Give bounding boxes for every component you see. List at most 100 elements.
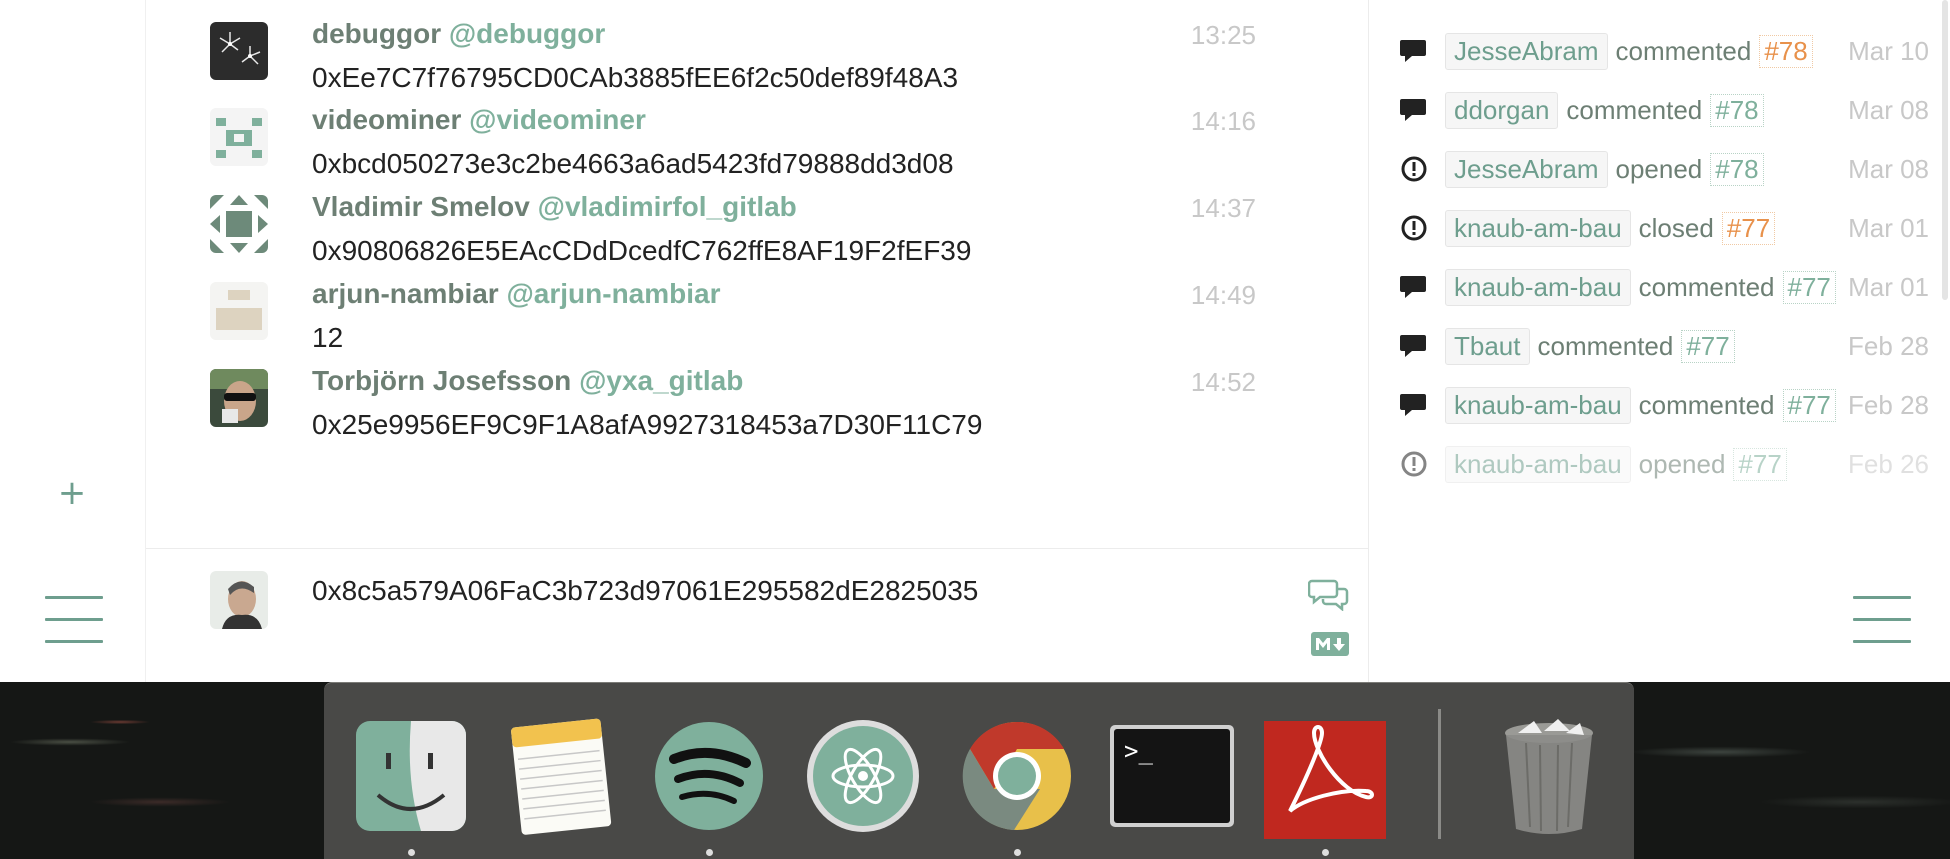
activity-item: ddorgan commented #78 Mar 08 xyxy=(1369,87,1929,143)
author-name[interactable]: videominer xyxy=(312,104,461,135)
terminal-prompt: >_ xyxy=(1124,737,1153,765)
author-handle[interactable]: @debuggor xyxy=(449,18,605,49)
author-name[interactable]: arjun-nambiar xyxy=(312,278,499,309)
chrome-icon[interactable] xyxy=(952,711,1082,841)
author-name[interactable]: Torbjörn Josefsson xyxy=(312,365,571,396)
activity-user[interactable]: knaub-am-bau xyxy=(1445,386,1631,424)
activity-user[interactable]: knaub-am-bau xyxy=(1445,268,1631,306)
activity-verb: commented xyxy=(1537,330,1674,361)
activity-scrollbar[interactable] xyxy=(1942,0,1948,300)
activity-date: Feb 26 xyxy=(1848,449,1929,479)
terminal-icon[interactable]: >_ xyxy=(1106,711,1236,841)
activity-verb: commented xyxy=(1566,94,1703,125)
comment-icon xyxy=(1399,95,1429,125)
activity-verb: opened xyxy=(1615,153,1703,184)
activity-fade xyxy=(1369,520,1950,580)
comment-icon xyxy=(1399,331,1429,361)
activity-verb: closed xyxy=(1638,212,1714,243)
activity-date: Feb 28 xyxy=(1848,331,1929,361)
activity-issue-link[interactable]: #78 xyxy=(1710,152,1764,186)
activity-user[interactable]: ddorgan xyxy=(1445,91,1559,129)
activity-verb: opened xyxy=(1638,448,1726,479)
dock: >_ xyxy=(324,682,1634,859)
activity-date: Mar 10 xyxy=(1848,36,1929,66)
activity-item: JesseAbram commented #78 Mar 10 xyxy=(1369,28,1929,84)
message-time[interactable]: 13:25 xyxy=(1191,20,1256,51)
avatar[interactable] xyxy=(210,108,268,166)
author-handle[interactable]: @videominer xyxy=(469,104,646,135)
activity-issue-link[interactable]: #78 xyxy=(1710,93,1764,127)
avatar[interactable] xyxy=(210,369,268,427)
activity-item: knaub-am-bau commented #77 Feb 28 xyxy=(1369,382,1929,438)
activity-date: Mar 01 xyxy=(1848,213,1929,243)
message-time[interactable]: 14:52 xyxy=(1191,367,1256,398)
author-handle[interactable]: @vladimirfol_gitlab xyxy=(538,191,797,222)
activity-date: Mar 01 xyxy=(1848,272,1929,302)
left-rail: + xyxy=(0,0,146,682)
activity-item: knaub-am-bau commented #77 Mar 01 xyxy=(1369,264,1929,320)
activity-issue-link[interactable]: #77 xyxy=(1733,447,1787,481)
dock-separator xyxy=(1438,709,1441,839)
activity-user[interactable]: JesseAbram xyxy=(1445,150,1608,188)
activity-item: JesseAbram opened #78 Mar 08 xyxy=(1369,146,1929,202)
avatar[interactable] xyxy=(210,22,268,80)
activity-issue-link[interactable]: #77 xyxy=(1782,388,1836,422)
message-time[interactable]: 14:49 xyxy=(1191,280,1256,311)
comment-icon xyxy=(1399,272,1429,302)
add-room-button[interactable]: + xyxy=(56,474,88,512)
activity-verb: commented xyxy=(1638,389,1775,420)
activity-issue-link[interactable]: #77 xyxy=(1721,211,1776,245)
comment-icon xyxy=(1399,390,1429,420)
issue-icon xyxy=(1399,213,1429,243)
activity-verb: commented xyxy=(1638,271,1775,302)
activity-issue-link[interactable]: #77 xyxy=(1782,270,1836,304)
activity-verb: commented xyxy=(1615,35,1752,66)
activity-feed: JesseAbram commented #78 Mar 10 ddorgan com… xyxy=(1368,0,1950,682)
author-handle[interactable]: @arjun-nambiar xyxy=(506,278,720,309)
avatar[interactable] xyxy=(210,282,268,340)
my-avatar[interactable] xyxy=(210,571,268,629)
notes-icon[interactable] xyxy=(494,711,624,841)
finder-icon[interactable] xyxy=(346,711,476,841)
activity-issue-link[interactable]: #78 xyxy=(1759,34,1813,68)
activity-date: Mar 08 xyxy=(1848,154,1929,184)
spotify-running-dot xyxy=(706,849,713,856)
desktop-background: >_ xyxy=(0,682,1950,859)
activity-item: Tbaut commented #77 Feb 28 xyxy=(1369,323,1929,379)
message-text: 0x25e9956EF9C9F1A8afA9927318453a7D30F11C… xyxy=(312,409,983,440)
message-composer: 0x8c5a579A06FaC3b723d97061E295582dE28250… xyxy=(146,548,1368,682)
right-menu-icon[interactable] xyxy=(1853,596,1911,644)
issue-icon xyxy=(1399,449,1429,479)
activity-issue-link[interactable]: #77 xyxy=(1681,329,1735,363)
avatar[interactable] xyxy=(210,195,268,253)
acrobat-running-dot xyxy=(1322,849,1329,856)
author-name[interactable]: debuggor xyxy=(312,18,441,49)
issue-icon xyxy=(1399,154,1429,184)
finder-running-dot xyxy=(408,849,415,856)
author-handle[interactable]: @yxa_gitlab xyxy=(579,365,743,396)
acrobat-icon[interactable] xyxy=(1260,711,1390,841)
activity-item: knaub-am-bau closed #77 Mar 01 xyxy=(1369,205,1929,261)
message-time[interactable]: 14:16 xyxy=(1191,106,1256,137)
activity-date: Feb 28 xyxy=(1848,390,1929,420)
message-time[interactable]: 14:37 xyxy=(1191,193,1256,224)
trash-icon[interactable] xyxy=(1484,711,1614,841)
activity-date: Mar 08 xyxy=(1848,95,1929,125)
chat-panel: debuggor @debuggor 0xEe7C7f76795CD0CAb38… xyxy=(146,0,1368,682)
activity-user[interactable]: knaub-am-bau xyxy=(1445,209,1631,247)
left-menu-icon[interactable] xyxy=(45,596,103,644)
markdown-icon[interactable] xyxy=(1310,631,1350,657)
chrome-running-dot xyxy=(1014,849,1021,856)
chat-message: Torbjörn Josefsson @yxa_gitlab 0x25e9956… xyxy=(146,347,1368,451)
activity-item: knaub-am-bau opened #77 Feb 26 xyxy=(1369,441,1929,497)
activity-user[interactable]: JesseAbram xyxy=(1445,32,1608,70)
spotify-icon[interactable] xyxy=(644,711,774,841)
author-name[interactable]: Vladimir Smelov xyxy=(312,191,530,222)
message-input[interactable]: 0x8c5a579A06FaC3b723d97061E295582dE28250… xyxy=(312,575,1312,607)
gitter-app-window: + debuggor @debuggor 0xEe7C7f76795CD0CAb… xyxy=(0,0,1950,682)
atom-icon[interactable] xyxy=(798,711,928,841)
activity-user[interactable]: Tbaut xyxy=(1445,327,1530,365)
comment-icon xyxy=(1399,36,1429,66)
chat-bubbles-icon[interactable] xyxy=(1307,577,1350,612)
activity-user[interactable]: knaub-am-bau xyxy=(1445,445,1631,483)
